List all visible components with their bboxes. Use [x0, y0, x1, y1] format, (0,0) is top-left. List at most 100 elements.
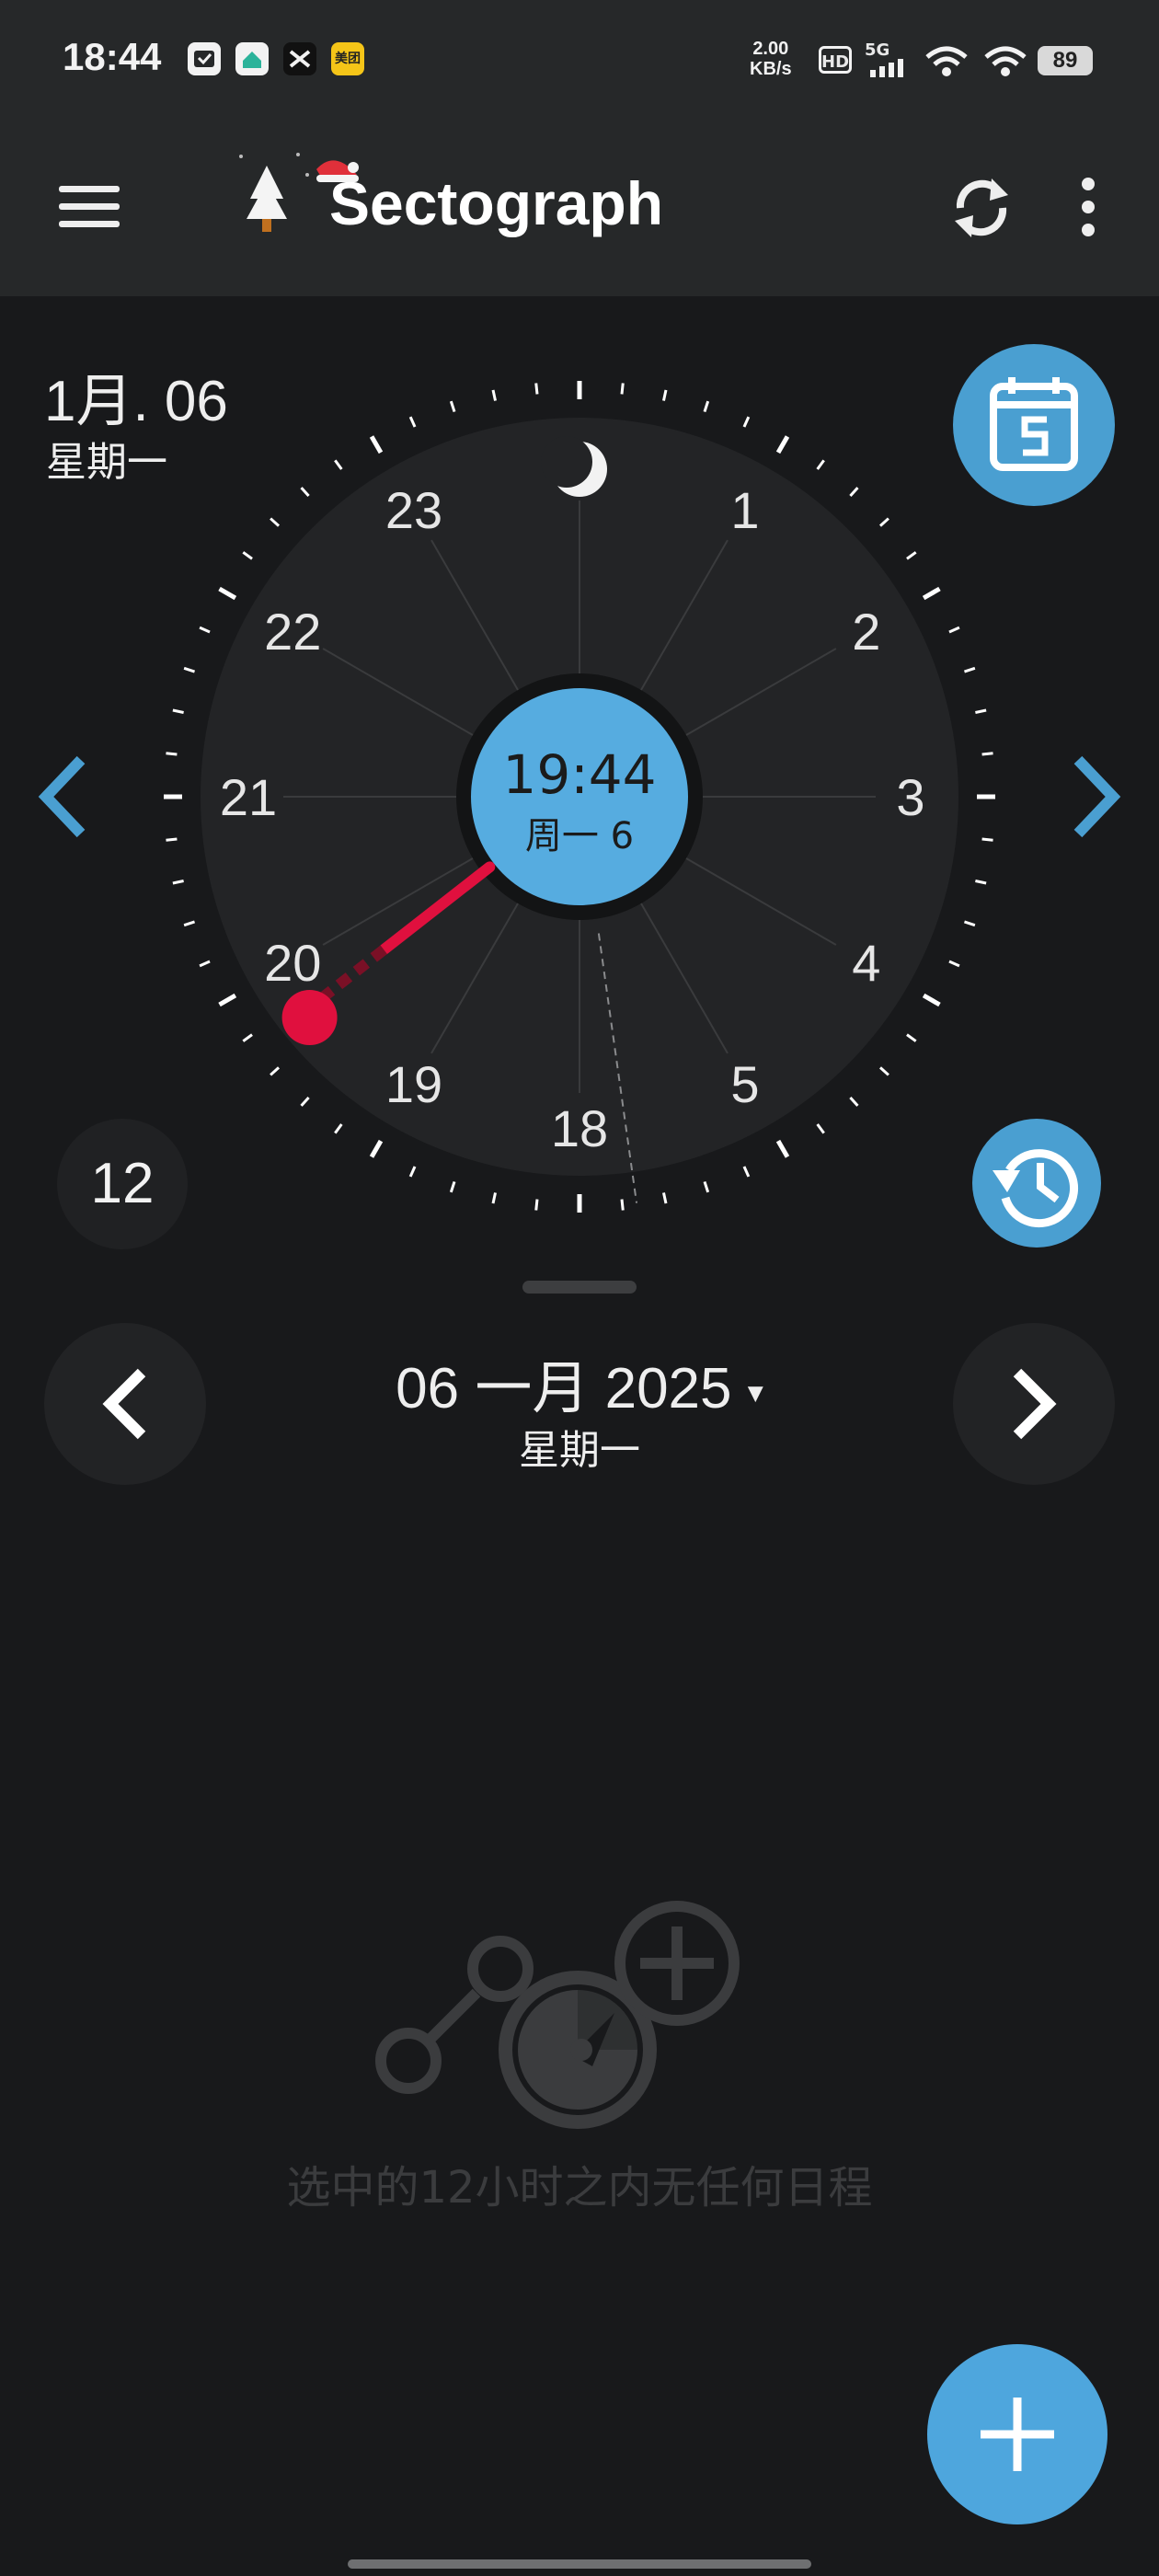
dial-tick — [849, 1096, 859, 1107]
dial-tick — [906, 551, 917, 560]
hour-label: 2 — [852, 603, 880, 661]
hour-label: 3 — [896, 768, 924, 826]
center-time: 19:44 — [502, 743, 657, 806]
hour-label: 5 — [730, 1055, 759, 1113]
menu-icon[interactable] — [59, 184, 123, 230]
dial-tick — [369, 435, 384, 454]
history-button[interactable] — [972, 1119, 1101, 1248]
selected-weekday: 星期一 — [519, 1427, 640, 1474]
battery-level: 89 — [1038, 46, 1093, 75]
dial-tick — [491, 1192, 497, 1204]
gesture-nav-bar[interactable] — [348, 2559, 811, 2569]
net-speed-value: 2.00 — [752, 39, 789, 59]
dial-tick — [218, 586, 237, 601]
prev-period-arrow-icon[interactable] — [33, 753, 92, 841]
dial-tick — [816, 459, 825, 470]
empty-schedule-illustration — [375, 1901, 740, 2129]
dial-tick — [408, 416, 417, 428]
dial-tick — [166, 837, 178, 842]
dial-tick — [369, 1139, 384, 1158]
hour-label: 1 — [730, 481, 759, 539]
dial-tick — [964, 920, 976, 927]
more-options-icon[interactable] — [1074, 175, 1102, 239]
dial-tick — [242, 551, 253, 560]
dial-tick — [981, 837, 993, 842]
hour-label: 18 — [551, 1099, 608, 1157]
calendar-button[interactable] — [953, 344, 1115, 506]
status-time: 18:44 — [63, 35, 162, 78]
dial-tick — [849, 487, 859, 498]
dial-tick — [662, 1192, 668, 1204]
hours-span-button[interactable]: 12 — [57, 1119, 188, 1249]
dial-tick — [270, 517, 281, 527]
dial-tick — [922, 586, 941, 601]
empty-state-text: 选中的12小时之内无任何日程 — [286, 2162, 873, 2214]
dial-tick — [199, 626, 211, 634]
calendar-icon — [990, 377, 1078, 471]
dial-tick — [199, 960, 211, 968]
dial-tick — [242, 1033, 253, 1042]
hour-label: 23 — [385, 481, 442, 539]
dial-tick — [742, 1166, 751, 1178]
hour-label: 4 — [852, 934, 880, 992]
chevron-right-icon — [1013, 1368, 1057, 1440]
dial-tick — [775, 435, 790, 454]
dial-tick — [906, 1033, 917, 1042]
center-date: 周一 6 — [524, 815, 635, 857]
dial-tick — [172, 708, 184, 714]
dial-tick — [878, 517, 889, 527]
net-speed-unit: KB/s — [750, 59, 792, 79]
dial-tick — [948, 960, 960, 968]
dial-tick — [408, 1166, 417, 1178]
add-event-button[interactable] — [927, 2344, 1107, 2524]
dial-tick — [620, 1199, 625, 1211]
dial-tick — [534, 1199, 539, 1211]
dial-tick — [183, 920, 195, 927]
dial-tick — [878, 1066, 889, 1076]
hour-label: 20 — [264, 934, 321, 992]
dial-tick — [449, 1181, 456, 1193]
prev-day-button[interactable] — [44, 1323, 206, 1485]
dial-tick — [334, 1123, 343, 1134]
wifi-2-icon — [984, 46, 1027, 76]
hour-label: 19 — [385, 1055, 442, 1113]
hd-badge: HD — [819, 46, 852, 74]
dial-tick — [300, 487, 310, 498]
dial-tick — [703, 400, 710, 412]
hour-label: 22 — [264, 603, 321, 661]
plus-icon — [981, 2398, 1054, 2471]
meituan-icon: 美团 — [331, 42, 364, 75]
dial-tick — [975, 708, 987, 714]
dial-tick — [218, 993, 237, 1007]
dial-tick — [964, 666, 976, 673]
capcut-icon — [283, 42, 316, 75]
dial-tick — [742, 416, 751, 428]
signal-icon — [870, 59, 903, 77]
net-speed: 2.00 KB/s — [750, 39, 792, 79]
dial-tick — [183, 666, 195, 673]
dial-tick — [449, 400, 456, 412]
moon-icon-shadow — [541, 436, 592, 488]
dial-tick — [775, 1139, 790, 1158]
dial-tick — [491, 389, 497, 401]
next-period-arrow-icon[interactable] — [1067, 753, 1126, 841]
dial-tick — [981, 752, 993, 756]
time-hand-knob[interactable] — [281, 990, 338, 1046]
dial-tick — [166, 752, 178, 756]
drag-handle[interactable] — [522, 1281, 637, 1294]
next-day-button[interactable] — [953, 1323, 1115, 1485]
dial-tick — [270, 1066, 281, 1076]
dial-tick — [172, 880, 184, 885]
dial-tick — [662, 389, 668, 401]
sync-icon[interactable] — [947, 171, 1016, 245]
dial-tick — [816, 1123, 825, 1134]
date-picker-label[interactable]: 06 一月 2025 ▾ — [276, 1341, 883, 1424]
notification-icon — [188, 42, 221, 75]
dial-tick — [975, 880, 987, 885]
meituan-label: 美团 — [335, 52, 361, 66]
dial-tick — [620, 383, 625, 395]
hour-label: 21 — [220, 768, 277, 826]
chevron-left-icon — [102, 1368, 146, 1440]
dropdown-arrow-icon: ▾ — [747, 1374, 763, 1410]
dial-tick — [922, 993, 941, 1007]
